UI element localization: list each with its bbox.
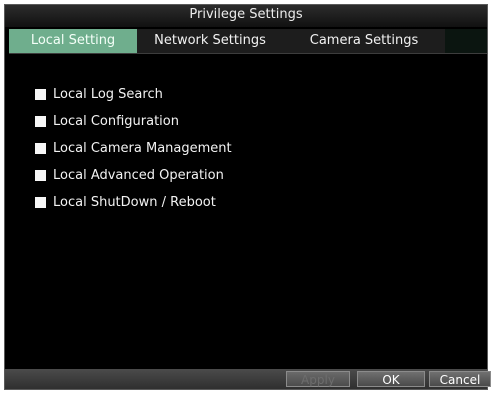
checkbox-local-log-search[interactable] [35,89,46,100]
title-bar: Privilege Settings [5,5,487,27]
checkbox-local-shutdown-reboot[interactable] [35,197,46,208]
apply-button[interactable]: Apply [286,371,350,387]
privilege-list: Local Log Search Local Configuration Loc… [35,81,232,216]
tab-bar-filler [445,29,487,53]
privilege-item-local-advanced-operation: Local Advanced Operation [35,162,232,189]
privilege-item-local-camera-management: Local Camera Management [35,135,232,162]
checkbox-local-configuration[interactable] [35,116,46,127]
privilege-item-local-log-search: Local Log Search [35,81,232,108]
label-local-advanced-operation: Local Advanced Operation [53,168,224,183]
dialog-title: Privilege Settings [189,7,303,22]
label-local-camera-management: Local Camera Management [53,141,232,156]
checkbox-local-advanced-operation[interactable] [35,170,46,181]
label-local-log-search: Local Log Search [53,87,163,102]
button-bar: Apply OK Cancel [5,369,491,389]
tab-camera-settings[interactable]: Camera Settings [283,29,445,53]
ok-button[interactable]: OK [357,371,425,387]
label-local-shutdown-reboot: Local ShutDown / Reboot [53,195,216,210]
tab-network-settings[interactable]: Network Settings [137,29,283,53]
privilege-item-local-configuration: Local Configuration [35,108,232,135]
cancel-button[interactable]: Cancel [429,371,491,387]
label-local-configuration: Local Configuration [53,114,179,129]
checkbox-local-camera-management[interactable] [35,143,46,154]
tab-local-setting[interactable]: Local Setting [9,29,137,53]
privilege-item-local-shutdown-reboot: Local ShutDown / Reboot [35,189,232,216]
privilege-settings-dialog: Privilege Settings Local Setting Network… [4,4,491,390]
tab-bar: Local Setting Network Settings Camera Se… [9,29,487,54]
